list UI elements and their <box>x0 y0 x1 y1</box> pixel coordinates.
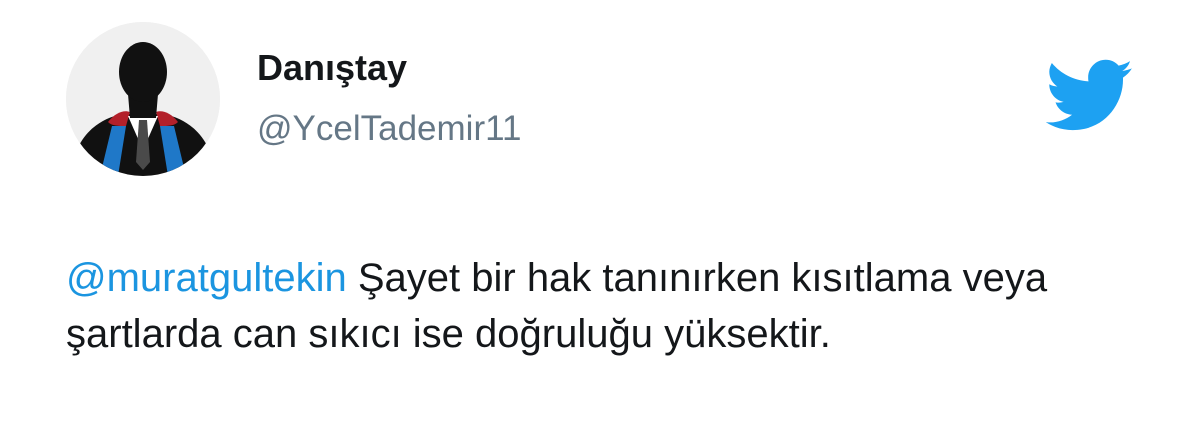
tweet-card: Danıştay @YcelTademir11 @muratgultekin Ş… <box>0 0 1200 439</box>
silhouette-avatar-icon <box>66 22 220 176</box>
user-handle[interactable]: @YcelTademir11 <box>257 107 521 151</box>
mention-link[interactable]: @muratgultekin <box>66 256 347 300</box>
twitter-bird-icon[interactable] <box>1045 58 1134 134</box>
tweet-text: @muratgultekin Şayet bir hak tanınırken … <box>66 250 1166 362</box>
avatar[interactable] <box>66 22 220 176</box>
display-name[interactable]: Danıştay <box>257 46 407 90</box>
